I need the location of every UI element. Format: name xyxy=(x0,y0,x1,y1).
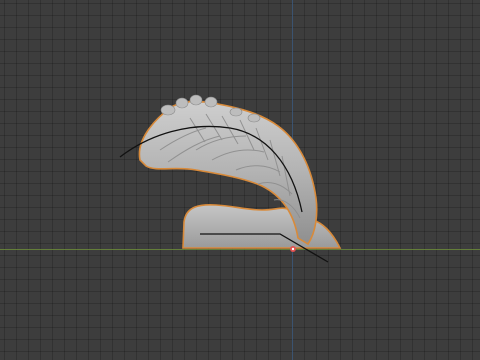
3d-viewport[interactable] xyxy=(0,0,480,360)
origin-marker[interactable] xyxy=(290,246,296,252)
scene-canvas[interactable] xyxy=(0,0,480,360)
